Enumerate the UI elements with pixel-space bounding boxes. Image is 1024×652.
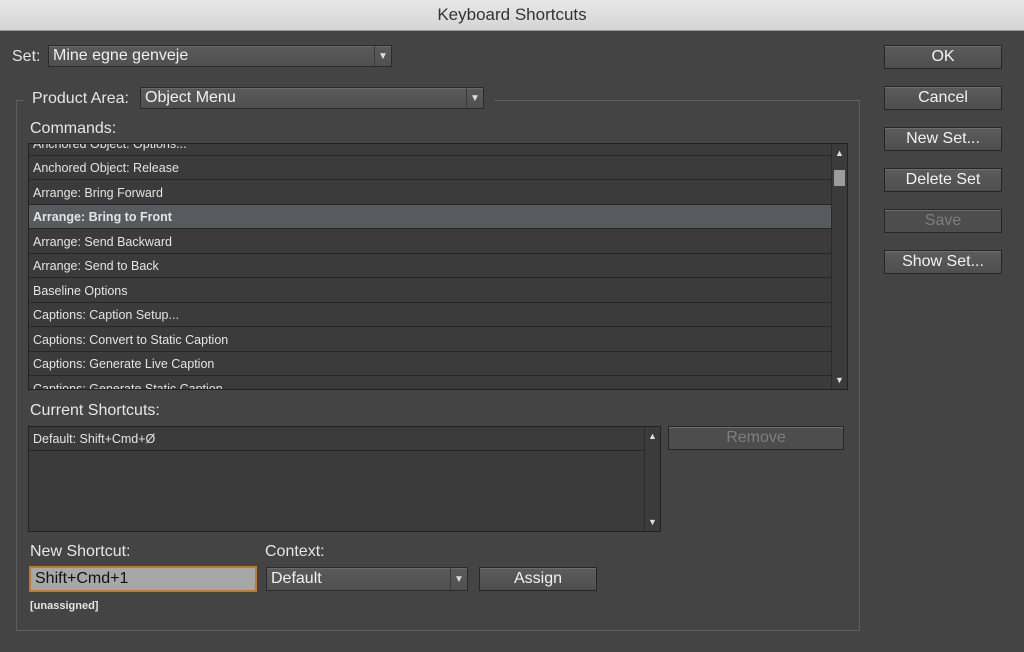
cancel-button[interactable]: Cancel bbox=[884, 86, 1002, 110]
list-item-selected[interactable]: Arrange: Bring to Front bbox=[29, 205, 847, 229]
set-label: Set: bbox=[12, 48, 41, 65]
list-item[interactable]: Anchored Object: Options... bbox=[29, 144, 847, 156]
product-area-dropdown[interactable]: Object Menu ▼ bbox=[140, 87, 484, 109]
scroll-up-icon[interactable]: ▲ bbox=[832, 148, 847, 158]
commands-list[interactable]: Anchored Object: Options... Anchored Obj… bbox=[28, 143, 848, 390]
product-area-dropdown-value: Object Menu bbox=[145, 89, 236, 106]
shortcuts-scrollbar[interactable]: ▲ ▼ bbox=[644, 427, 660, 531]
chevron-down-icon: ▼ bbox=[450, 568, 467, 590]
product-area-label: Product Area: bbox=[32, 90, 129, 107]
list-item[interactable]: Captions: Convert to Static Caption bbox=[29, 328, 847, 352]
new-shortcut-input[interactable]: Shift+Cmd+1 bbox=[29, 566, 257, 592]
delete-set-button[interactable]: Delete Set bbox=[884, 168, 1002, 192]
set-dropdown[interactable]: Mine egne genveje ▼ bbox=[48, 45, 392, 67]
set-dropdown-value: Mine egne genveje bbox=[53, 47, 189, 64]
window-title: Keyboard Shortcuts bbox=[437, 5, 587, 24]
scroll-down-icon[interactable]: ▼ bbox=[645, 517, 660, 527]
show-set-button[interactable]: Show Set... bbox=[884, 250, 1002, 274]
list-item[interactable]: Captions: Generate Live Caption bbox=[29, 352, 847, 376]
context-dropdown[interactable]: Default ▼ bbox=[266, 567, 468, 591]
list-item[interactable]: Baseline Options bbox=[29, 279, 847, 303]
list-item[interactable]: Captions: Caption Setup... bbox=[29, 303, 847, 327]
remove-button[interactable]: Remove bbox=[668, 426, 844, 450]
chevron-down-icon: ▼ bbox=[374, 46, 391, 66]
list-item[interactable]: Anchored Object: Release bbox=[29, 156, 847, 180]
list-item[interactable]: Arrange: Send to Back bbox=[29, 254, 847, 278]
new-set-button[interactable]: New Set... bbox=[884, 127, 1002, 151]
scroll-up-icon[interactable]: ▲ bbox=[645, 431, 660, 441]
scroll-down-icon[interactable]: ▼ bbox=[832, 375, 847, 385]
commands-scrollbar[interactable]: ▲ ▼ bbox=[831, 144, 847, 389]
context-dropdown-value: Default bbox=[271, 570, 322, 587]
list-item[interactable]: Arrange: Bring Forward bbox=[29, 181, 847, 205]
scrollbar-thumb[interactable] bbox=[834, 170, 845, 186]
window-titlebar: Keyboard Shortcuts bbox=[0, 0, 1024, 31]
context-label: Context: bbox=[265, 543, 325, 560]
save-button[interactable]: Save bbox=[884, 209, 1002, 233]
list-item[interactable]: Arrange: Send Backward bbox=[29, 230, 847, 254]
chevron-down-icon: ▼ bbox=[466, 88, 483, 108]
new-shortcut-label: New Shortcut: bbox=[30, 543, 131, 560]
shortcut-status: [unassigned] bbox=[30, 600, 99, 612]
current-shortcuts-label: Current Shortcuts: bbox=[30, 402, 160, 419]
list-item[interactable]: Captions: Generate Static Caption bbox=[29, 377, 847, 390]
assign-button[interactable]: Assign bbox=[479, 567, 597, 591]
commands-label: Commands: bbox=[30, 120, 117, 137]
current-shortcuts-list[interactable]: Default: Shift+Cmd+Ø ▲ ▼ bbox=[28, 426, 661, 532]
list-item[interactable]: Default: Shift+Cmd+Ø bbox=[29, 427, 660, 451]
ok-button[interactable]: OK bbox=[884, 45, 1002, 69]
